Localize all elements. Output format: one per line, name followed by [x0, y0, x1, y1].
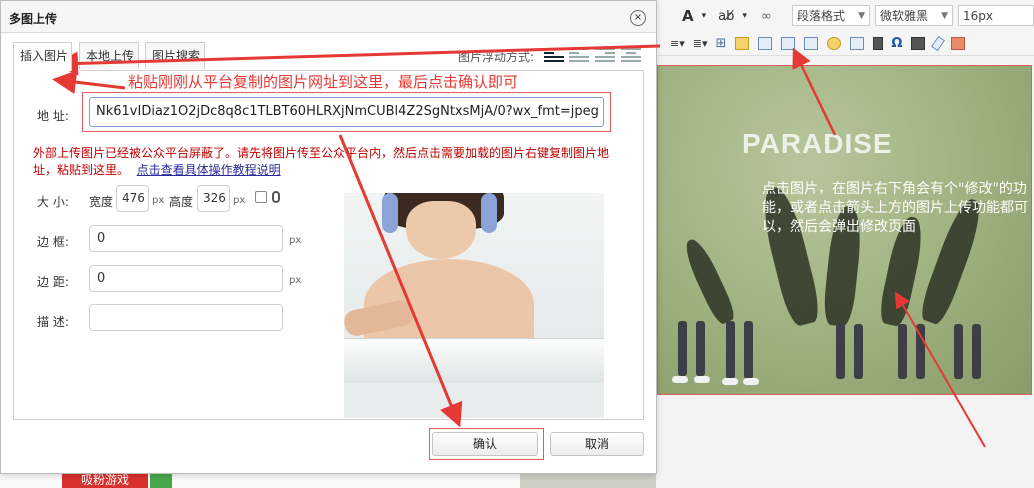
link-icon[interactable]: ∞	[761, 9, 772, 24]
margin-label: 边 距:	[37, 275, 69, 289]
warning-message: 外部上传图片已经被公众平台屏蔽了。请先将图片传至公众平台内，然后点击需要加载的图…	[33, 145, 613, 179]
background-icon[interactable]	[781, 36, 796, 50]
preview-bottom	[344, 383, 604, 418]
height-label: 高度	[169, 195, 194, 209]
headphone-icon	[382, 193, 398, 233]
tab-label: 插入图片	[20, 49, 69, 63]
font-size-value: 16px	[963, 8, 993, 23]
border-unit: px	[289, 235, 302, 246]
image-caption-text: PARADISE	[742, 128, 893, 159]
description-label: 描 述:	[37, 315, 69, 329]
binoculars-icon[interactable]	[911, 36, 926, 50]
float-mode-label: 图片浮动方式:	[458, 50, 535, 64]
width-input[interactable]: 476	[116, 185, 149, 212]
editor-toolbar: A ▾ ab̸ ▾ ∞ 段落格式 ▼ 微软雅黑 ▼ 16px ≡▾ ≣▾ ⊞ Ω	[656, 0, 1034, 56]
width-label: 宽度	[89, 195, 114, 209]
leg	[744, 321, 753, 379]
indent-dropdown-icon[interactable]: ≣▾	[693, 37, 708, 50]
lock-icon	[272, 191, 280, 203]
font-family-value: 微软雅黑	[880, 9, 929, 23]
leg	[854, 324, 863, 379]
paragraph-format-select[interactable]: 段落格式 ▼	[792, 5, 870, 26]
align-dropdown-icon[interactable]: ≡▾	[670, 37, 685, 50]
description-input[interactable]	[89, 304, 283, 331]
xifen-game-label[interactable]: 吸粉游戏	[62, 472, 148, 488]
annotation-note-right: 点击图片，在图片右下角会有个"修改"的功能，或者点击箭头上方的图片上传功能都可以…	[762, 181, 1028, 235]
toolbar-row-2: ≡▾ ≣▾ ⊞ Ω	[656, 29, 966, 57]
font-color-dropdown-icon[interactable]: ▾	[702, 11, 707, 21]
height-input[interactable]: 326	[197, 185, 230, 212]
image-preview	[344, 193, 604, 418]
tab-local-upload[interactable]: 本地上传	[79, 42, 139, 69]
margin-unit: px	[289, 275, 302, 286]
chevron-down-icon: ▼	[858, 10, 865, 21]
leg	[916, 324, 925, 379]
size-label: 大 小:	[37, 195, 69, 209]
shadow-figure	[680, 235, 738, 327]
float-right-icon[interactable]	[595, 46, 615, 62]
height-unit: px	[233, 195, 246, 206]
chevron-down-icon: ▼	[941, 10, 948, 21]
tab-label: 图片搜索	[152, 49, 201, 63]
preview-bathtub	[344, 338, 604, 383]
insert-image-icon[interactable]	[735, 36, 750, 50]
shoe	[743, 378, 759, 385]
confirm-button[interactable]: 确认	[432, 432, 538, 456]
float-center-icon[interactable]	[621, 46, 641, 62]
dialog-titlebar[interactable]: 多图上传 ×	[1, 1, 656, 33]
close-icon[interactable]: ×	[630, 10, 646, 26]
leg	[954, 324, 963, 379]
eraser-icon[interactable]	[931, 35, 946, 51]
toolbar-row-1: A ▾ ab̸ ▾ ∞	[656, 2, 772, 30]
leg	[836, 324, 845, 379]
film-icon[interactable]	[873, 36, 884, 50]
multi-image-icon[interactable]	[758, 36, 773, 50]
special-char-icon[interactable]: Ω	[891, 36, 902, 51]
float-none-icon[interactable]	[544, 46, 564, 62]
emoticon-icon[interactable]	[827, 36, 842, 50]
warning-text: 外部上传图片已经被公众平台屏蔽了。请先将图片传至公众平台内，然后点击需要加载的图…	[33, 146, 610, 177]
tab-insert-image[interactable]: 插入图片	[13, 42, 72, 71]
font-size-select[interactable]: 16px	[958, 5, 1034, 26]
table-icon[interactable]: ⊞	[716, 36, 727, 51]
template-icon[interactable]	[804, 36, 819, 50]
dialog-title: 多图上传	[9, 12, 58, 26]
shoe	[722, 378, 738, 385]
leg	[696, 321, 705, 376]
shoe	[694, 376, 710, 383]
cancel-button[interactable]: 取消	[550, 432, 644, 456]
tab-image-search[interactable]: 图片搜索	[145, 42, 205, 69]
image-url-input[interactable]: Nk61vIDiaz1O2jDc8q8c1TLBT60HLRXjNmCUBl4Z…	[89, 97, 604, 127]
photo-icon[interactable]	[850, 36, 865, 50]
headphone-icon	[481, 193, 497, 233]
leg	[972, 324, 981, 379]
shoe	[672, 376, 688, 383]
strikethrough-dropdown-icon[interactable]: ▾	[742, 11, 747, 21]
leg	[726, 321, 735, 379]
width-unit: px	[152, 195, 165, 206]
green-tag-icon	[150, 474, 172, 488]
leg	[898, 324, 907, 379]
annotation-callout-paste: 粘贴刚刚从平台复制的图片网址到这里，最后点击确认即可	[128, 73, 519, 91]
paragraph-format-value: 段落格式	[797, 9, 846, 23]
background-thumbnail	[520, 474, 656, 488]
border-input[interactable]: 0	[89, 225, 283, 252]
font-color-button[interactable]: A	[682, 7, 694, 25]
address-label: 地 址:	[37, 109, 69, 123]
keep-ratio-checkbox[interactable]	[255, 191, 267, 203]
margin-input[interactable]: 0	[89, 265, 283, 292]
strikethrough-button[interactable]: ab̸	[718, 9, 734, 24]
float-left-icon[interactable]	[569, 46, 589, 62]
leg	[678, 321, 687, 376]
paint-icon[interactable]	[951, 36, 966, 50]
font-family-select[interactable]: 微软雅黑 ▼	[875, 5, 953, 26]
tab-label: 本地上传	[86, 49, 135, 63]
border-label: 边 框:	[37, 235, 69, 249]
tutorial-link[interactable]: 点击查看具体操作教程说明	[137, 163, 281, 177]
preview-figure-face	[406, 201, 476, 259]
